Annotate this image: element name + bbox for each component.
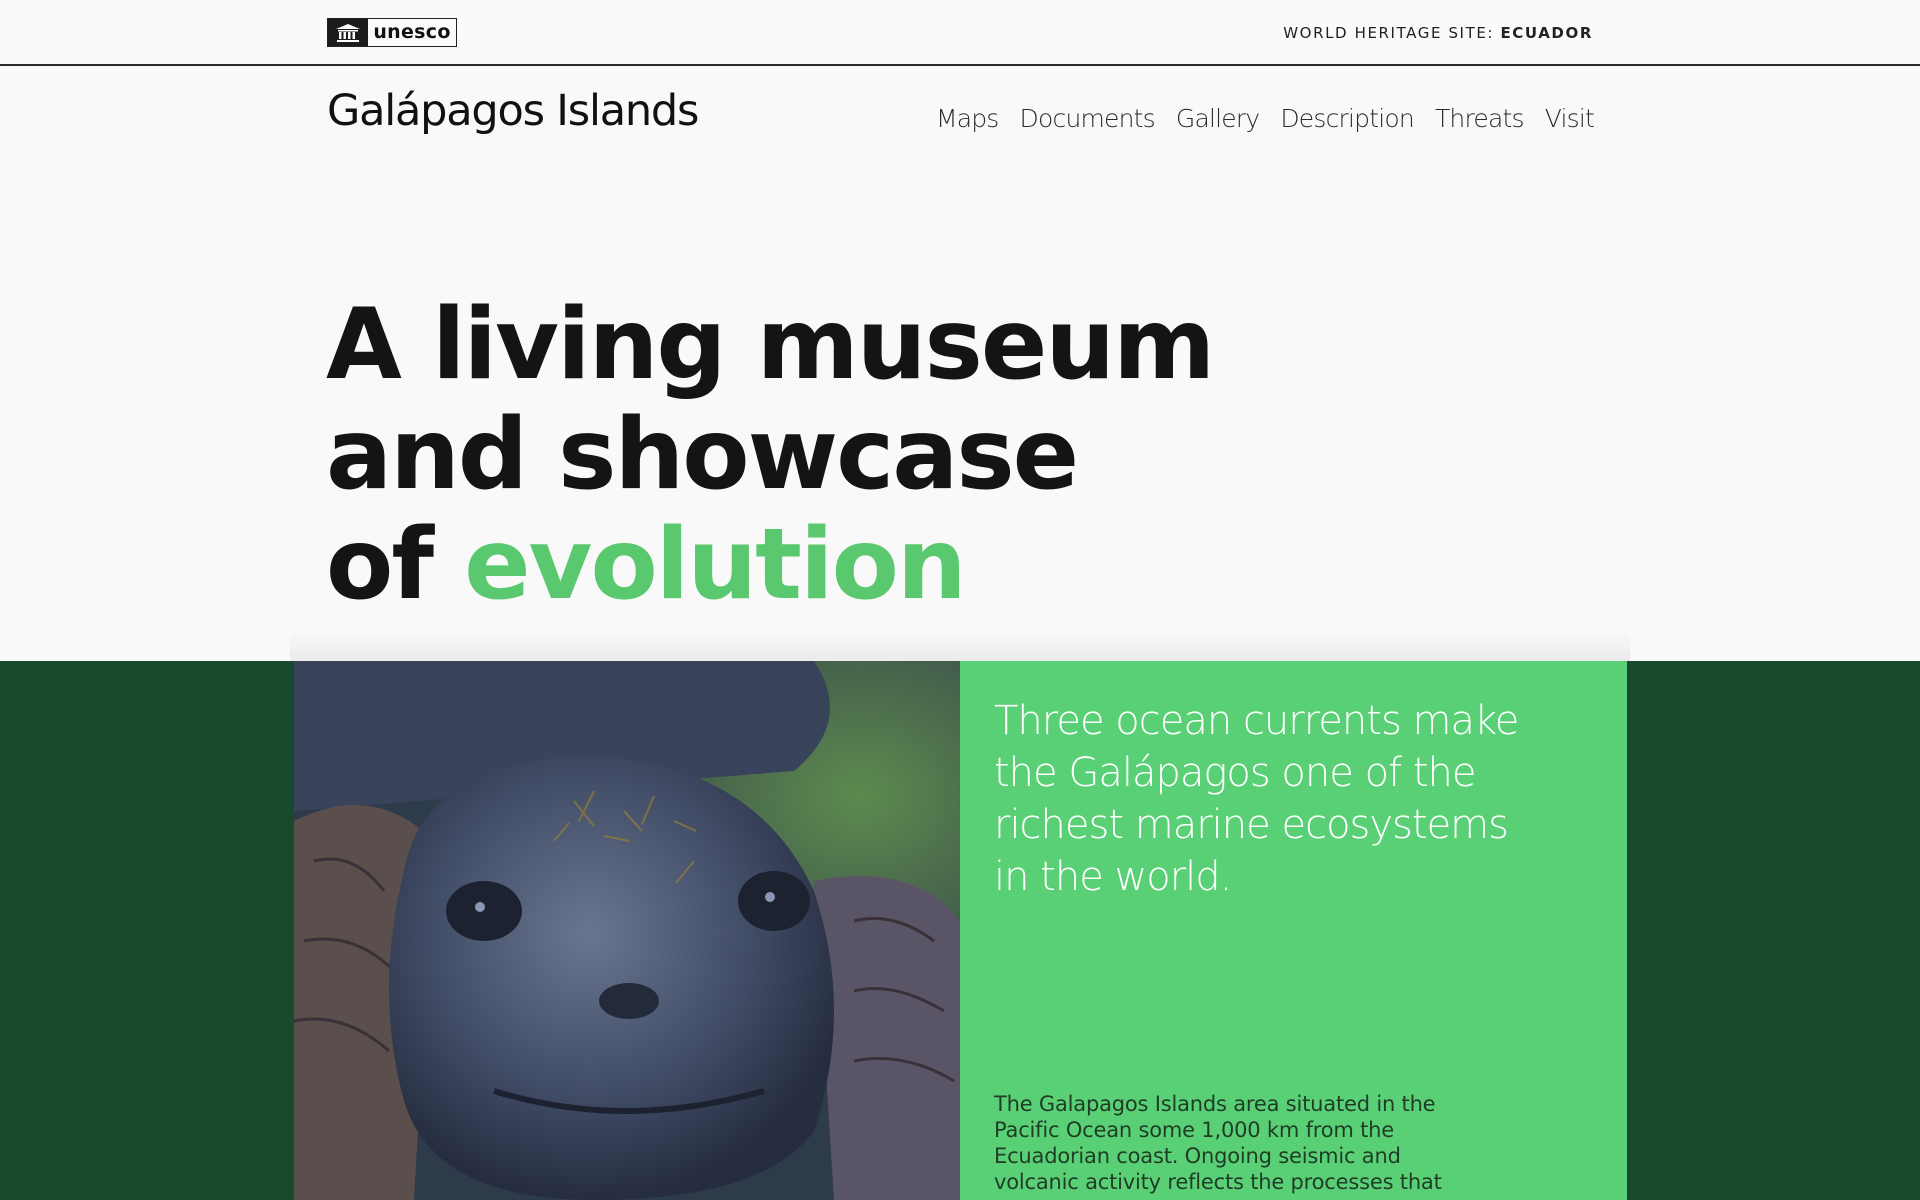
feature-card: Three ocean currents make the Galápagos …: [960, 661, 1627, 1200]
nav-item-threats[interactable]: Threats: [1435, 104, 1525, 133]
section-shadow: [290, 630, 1630, 662]
top-bar: unesco WORLD HERITAGE SITE: ECUADOR: [0, 0, 1920, 66]
hero-accent-word: evolution: [464, 508, 967, 622]
site-label-prefix: WORLD HERITAGE SITE:: [1283, 24, 1495, 42]
hero-line-3-prefix: of: [326, 508, 434, 622]
temple-icon: [328, 19, 368, 46]
nav-item-description[interactable]: Description: [1280, 104, 1414, 133]
feature-body: The Galapagos Islands area situated in t…: [994, 1092, 1442, 1194]
site-label-country: ECUADOR: [1500, 24, 1593, 42]
unesco-logo[interactable]: unesco: [327, 18, 457, 47]
site-title[interactable]: Galápagos Islands: [327, 86, 699, 136]
site-label: WORLD HERITAGE SITE: ECUADOR: [1283, 24, 1593, 42]
hero-line-1: A living museum: [326, 288, 1215, 402]
nav-item-visit[interactable]: Visit: [1545, 104, 1595, 133]
nav-item-gallery[interactable]: Gallery: [1176, 104, 1260, 133]
logo-text: unesco: [373, 20, 451, 43]
hero-line-2: and showcase: [326, 398, 1079, 512]
feature-quote: Three ocean currents make the Galápagos …: [994, 698, 1519, 900]
main-nav: Maps Documents Gallery Description Threa…: [936, 104, 1595, 133]
nav-item-documents[interactable]: Documents: [1020, 104, 1156, 133]
nav-item-maps[interactable]: Maps: [936, 104, 999, 133]
tortoise-photo: [294, 661, 960, 1200]
hero-headline: A living museum and showcase of evolutio…: [326, 288, 1215, 622]
